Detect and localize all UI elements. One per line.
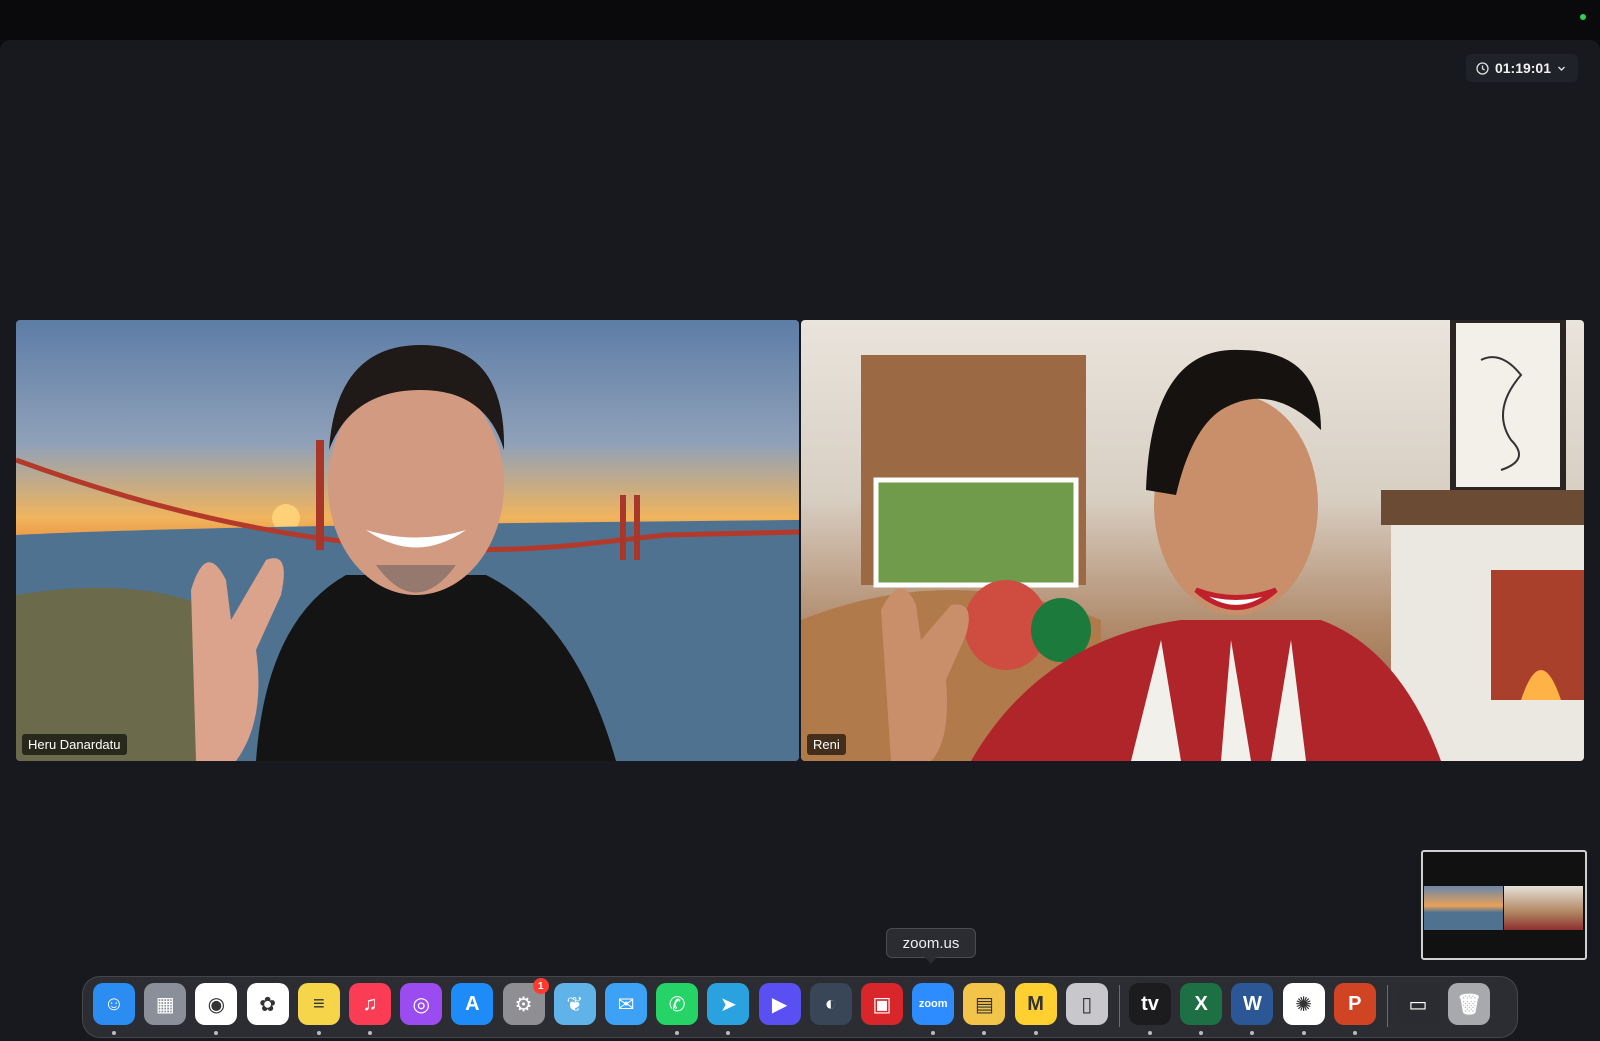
running-indicator — [1352, 1031, 1357, 1035]
iphone-mirroring-icon[interactable]: ▯ — [1065, 983, 1108, 1025]
finder-icon[interactable]: ☺ — [93, 983, 135, 1025]
stickies-icon[interactable]: ▤ — [963, 983, 1006, 1025]
participant-video-tile[interactable]: Heru Danardatu — [16, 320, 799, 761]
excel-icon[interactable]: X — [1180, 983, 1223, 1025]
music-icon[interactable]: ♫ — [349, 983, 391, 1025]
participant-name-label: Heru Danardatu — [22, 734, 127, 755]
menu-bar-strip — [0, 0, 1600, 40]
recent-window-icon[interactable]: ▭ — [1397, 983, 1439, 1025]
notes-icon[interactable]: ≡ — [297, 983, 340, 1025]
self-view-thumbnail[interactable] — [1421, 850, 1587, 960]
participant-video-feed — [801, 320, 1584, 761]
running-indicator — [316, 1031, 321, 1035]
participant-video-tile[interactable]: Reni — [801, 320, 1584, 761]
self-view-tile — [1504, 886, 1583, 930]
running-indicator — [112, 1031, 116, 1035]
running-indicator — [1250, 1031, 1255, 1035]
photo-booth-icon[interactable]: ▣ — [861, 983, 903, 1025]
trash-icon[interactable]: 🗑 — [1448, 983, 1491, 1025]
whatsapp-icon[interactable]: ✆ — [656, 983, 699, 1025]
system-settings-icon[interactable]: ⚙ 1 — [502, 978, 549, 1025]
linear-icon[interactable]: ▶ — [758, 983, 801, 1025]
camera-indicator — [1580, 14, 1586, 20]
running-indicator — [214, 1031, 219, 1035]
dock: ☺ ▦ ◉ ✿ ≡ ♫ ◎ A ⚙ 1 ❦ ✉ ✆ ➤ ▶ ◐ ▣ zoom ▤ M ▯ tv X W ✺ P ▭ 🗑 — [82, 976, 1518, 1038]
zoom-icon[interactable]: zoom — [912, 983, 955, 1025]
chrome-icon[interactable]: ◉ — [195, 983, 238, 1025]
mail-icon[interactable]: ✉ — [605, 983, 647, 1025]
dock-separator — [1387, 985, 1388, 1027]
launchpad-icon[interactable]: ▦ — [144, 983, 187, 1025]
meeting-timer-text: 01:19:01 — [1494, 60, 1551, 76]
zoom-icon-label: zoom — [918, 998, 948, 1010]
running-indicator — [1199, 1031, 1204, 1035]
chevron-down-icon — [1558, 66, 1565, 71]
meeting-timer[interactable]: 01:19:01 — [1465, 54, 1578, 82]
word-icon[interactable]: W — [1231, 983, 1274, 1025]
podcasts-icon[interactable]: ◎ — [400, 983, 443, 1025]
running-indicator — [1148, 1031, 1152, 1035]
quicktime-icon[interactable]: ◐ — [809, 983, 852, 1025]
photos-icon[interactable]: ✿ — [246, 983, 289, 1025]
telegram-icon[interactable]: ➤ — [707, 983, 750, 1025]
dock-separator — [1119, 985, 1120, 1027]
chatgpt-icon[interactable]: ✺ — [1282, 983, 1325, 1025]
gallery-view: Heru Danardatu Reni — [16, 320, 1584, 761]
apple-tv-icon[interactable]: tv — [1129, 983, 1171, 1025]
dock-tooltip: zoom.us — [886, 928, 976, 964]
running-indicator — [1301, 1031, 1306, 1035]
kindle-icon[interactable]: ❦ — [553, 983, 596, 1025]
clock-icon — [1476, 61, 1489, 75]
running-indicator — [726, 1031, 731, 1035]
notification-badge: 1 — [532, 978, 549, 994]
self-view-tile — [1424, 886, 1503, 930]
app-store-icon[interactable]: A — [451, 983, 494, 1025]
running-indicator — [931, 1031, 936, 1035]
powerpoint-icon[interactable]: P — [1333, 983, 1376, 1025]
participant-video-feed — [16, 345, 799, 761]
miro-icon[interactable]: M — [1014, 983, 1057, 1025]
running-indicator — [675, 1031, 680, 1035]
running-indicator — [982, 1031, 987, 1035]
participant-name-label: Reni — [807, 734, 846, 755]
running-indicator — [368, 1031, 372, 1035]
running-indicator — [1033, 1031, 1038, 1035]
